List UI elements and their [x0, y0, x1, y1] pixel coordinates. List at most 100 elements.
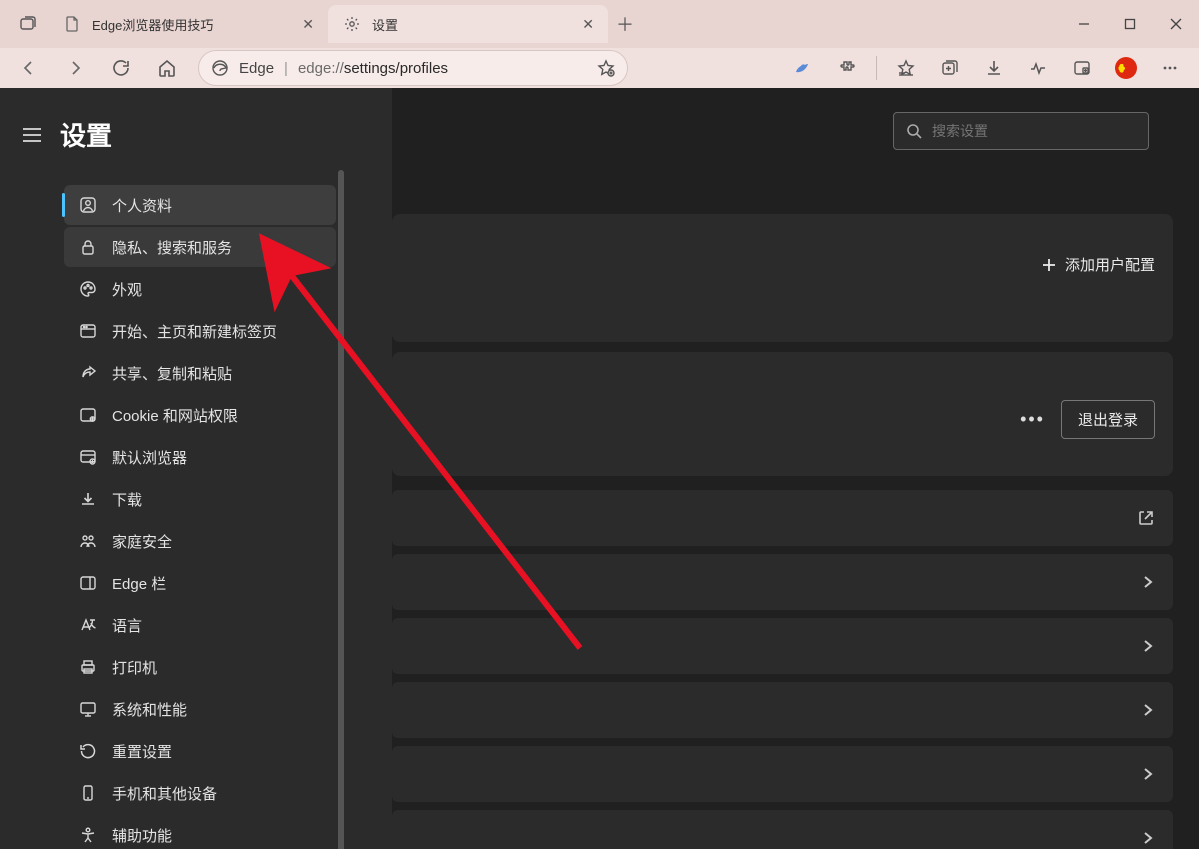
close-icon[interactable]: ✕	[302, 16, 314, 33]
sidebar-item-label: 个人资料	[112, 195, 172, 216]
browser-icon	[78, 448, 98, 466]
chevron-right-icon	[1141, 703, 1155, 717]
minimize-button[interactable]	[1061, 0, 1107, 48]
search-settings[interactable]	[893, 112, 1149, 150]
sidebar-item-label: Edge 栏	[112, 573, 166, 594]
chevron-right-icon	[1141, 831, 1155, 845]
add-profile-label: 添加用户配置	[1065, 254, 1155, 275]
page-icon	[62, 16, 82, 32]
screenshot-icon[interactable]	[1061, 48, 1103, 88]
performance-icon[interactable]	[1017, 48, 1059, 88]
sidebar-item-13[interactable]: 重置设置	[64, 731, 336, 771]
tab-label: Edge浏览器使用技巧	[92, 15, 213, 34]
download-icon	[78, 490, 98, 508]
divider	[876, 56, 877, 80]
settings-row[interactable]	[392, 554, 1173, 610]
sidebar-item-label: 语言	[112, 615, 142, 636]
more-icon[interactable]: •••	[1020, 409, 1045, 430]
family-icon	[78, 532, 98, 550]
extensions-icon[interactable]	[826, 48, 868, 88]
add-profile-button[interactable]: 添加用户配置	[1041, 254, 1155, 275]
sidebar-item-label: 辅助功能	[112, 825, 172, 846]
sidebar-item-label: 家庭安全	[112, 531, 172, 552]
accessibility-icon	[78, 826, 98, 844]
sidebar-item-11[interactable]: 打印机	[64, 647, 336, 687]
url-text: edge://settings/profiles	[298, 60, 587, 77]
lock-icon	[78, 238, 98, 256]
settings-row[interactable]	[392, 682, 1173, 738]
edge-logo-icon	[211, 59, 229, 77]
sidebar-item-6[interactable]: 默认浏览器	[64, 437, 336, 477]
sidebar-item-label: 开始、主页和新建标签页	[112, 321, 277, 342]
search-input[interactable]	[932, 123, 1136, 139]
sidebar-item-2[interactable]: 外观	[64, 269, 336, 309]
toolbar-right	[782, 48, 1191, 88]
sidebar-item-9[interactable]: Edge 栏	[64, 563, 336, 603]
settings-row[interactable]	[392, 746, 1173, 802]
sidebar-item-8[interactable]: 家庭安全	[64, 521, 336, 561]
downloads-icon[interactable]	[973, 48, 1015, 88]
reset-icon	[78, 742, 98, 760]
extension-bird-icon[interactable]	[782, 48, 824, 88]
close-icon[interactable]: ✕	[582, 16, 594, 33]
new-tab-button[interactable]: ＋	[608, 7, 642, 41]
settings-sidebar: 设置 个人资料隐私、搜索和服务外观开始、主页和新建标签页共享、复制和粘贴 Cook…	[0, 88, 392, 849]
sidebar-item-label: 系统和性能	[112, 699, 187, 720]
separator: |	[284, 60, 288, 77]
tab-label: 设置	[372, 15, 398, 34]
sidebar-item-0[interactable]: 个人资料	[64, 185, 336, 225]
sidebar-item-15[interactable]: 辅助功能	[64, 815, 336, 849]
settings-row[interactable]	[392, 618, 1173, 674]
sidebar-item-5[interactable]: Cookie 和网站权限	[64, 395, 336, 435]
sidebar-item-label: Cookie 和网站权限	[112, 405, 238, 426]
sidebar-item-7[interactable]: 下载	[64, 479, 336, 519]
external-link-icon	[1137, 509, 1155, 527]
forward-button[interactable]	[54, 48, 96, 88]
sidebar-item-14[interactable]: 手机和其他设备	[64, 773, 336, 813]
favorite-star-icon[interactable]	[597, 59, 615, 77]
search-icon	[906, 123, 922, 139]
sidebar-item-label: 手机和其他设备	[112, 783, 217, 804]
tab-strip: Edge浏览器使用技巧 ✕ 设置 ✕ ＋	[48, 0, 642, 48]
tab-edge-tips[interactable]: Edge浏览器使用技巧 ✕	[48, 5, 328, 43]
hamburger-icon[interactable]	[22, 127, 44, 143]
sidebar-item-12[interactable]: 系统和性能	[64, 689, 336, 729]
sidebar-item-10[interactable]: 语言	[64, 605, 336, 645]
maximize-button[interactable]	[1107, 0, 1153, 48]
favorites-icon[interactable]	[885, 48, 927, 88]
sidebar-item-3[interactable]: 开始、主页和新建标签页	[64, 311, 336, 351]
profile-rows	[392, 490, 1173, 849]
sidebar-title: 设置	[60, 116, 112, 153]
back-button[interactable]	[8, 48, 50, 88]
region-china-icon[interactable]	[1105, 48, 1147, 88]
share-icon	[78, 364, 98, 382]
toolbar: Edge | edge://settings/profiles	[0, 48, 1199, 88]
settings-main: 添加用户配置 ••• 退出登录	[392, 88, 1199, 849]
home-button[interactable]	[146, 48, 188, 88]
sidebar-item-label: 打印机	[112, 657, 157, 678]
collections-icon[interactable]	[929, 48, 971, 88]
more-menu-button[interactable]	[1149, 48, 1191, 88]
window-controls	[1061, 0, 1199, 48]
sidebar-item-1[interactable]: 隐私、搜索和服务	[64, 227, 336, 267]
tab-settings[interactable]: 设置 ✕	[328, 5, 608, 43]
address-bar[interactable]: Edge | edge://settings/profiles	[198, 50, 628, 86]
edge-label: Edge	[239, 60, 274, 77]
chevron-right-icon	[1141, 575, 1155, 589]
tab-overview-icon[interactable]	[8, 15, 48, 33]
chevron-right-icon	[1141, 639, 1155, 653]
settings-row[interactable]	[392, 810, 1173, 849]
palette-icon	[78, 280, 98, 298]
profile-account-card: ••• 退出登录	[392, 352, 1173, 476]
gear-icon	[342, 16, 362, 32]
sidebar-scrollbar[interactable]	[338, 170, 344, 849]
sidebar-item-4[interactable]: 共享、复制和粘贴	[64, 353, 336, 393]
settings-row[interactable]	[392, 490, 1173, 546]
system-icon	[78, 700, 98, 718]
sidebar-item-label: 外观	[112, 279, 142, 300]
refresh-button[interactable]	[100, 48, 142, 88]
sign-out-button[interactable]: 退出登录	[1061, 400, 1155, 439]
sidebar-item-label: 隐私、搜索和服务	[112, 237, 232, 258]
close-window-button[interactable]	[1153, 0, 1199, 48]
titlebar: Edge浏览器使用技巧 ✕ 设置 ✕ ＋	[0, 0, 1199, 48]
